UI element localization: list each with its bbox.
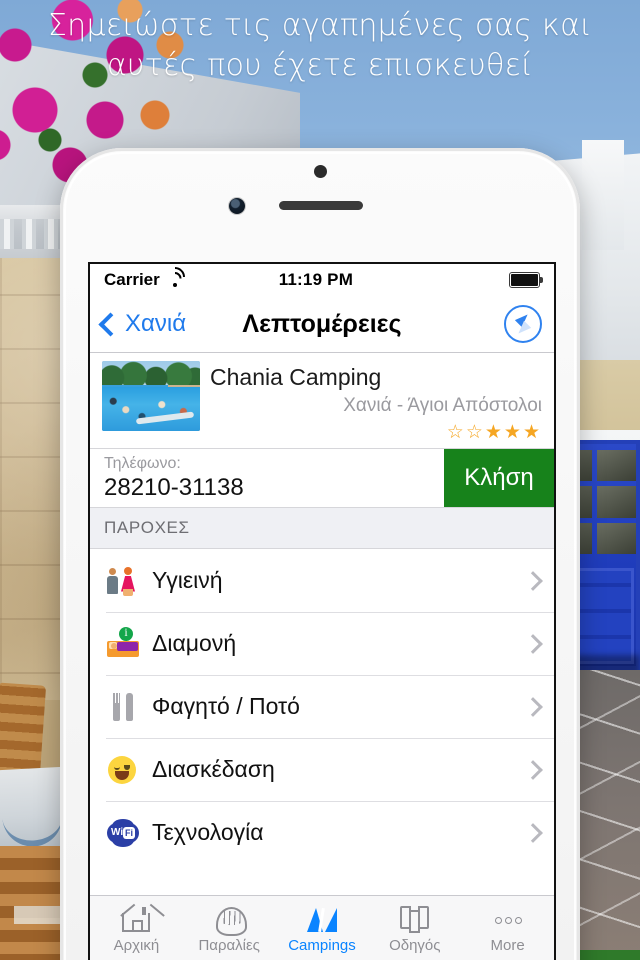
bed-icon xyxy=(106,625,140,661)
tab-bar: Αρχική Παραλίες Campings Οδηγός More xyxy=(90,895,554,960)
chevron-left-icon xyxy=(98,311,123,337)
chimney xyxy=(582,140,624,250)
tab-campings[interactable]: Campings xyxy=(276,896,369,960)
back-button[interactable]: Χανιά xyxy=(98,310,187,338)
list-item-technology[interactable]: Wi Fi Τεχνολογία xyxy=(90,801,554,864)
chevron-right-icon xyxy=(523,759,543,780)
battery-icon xyxy=(509,272,543,288)
star-filled-icon[interactable]: ★ xyxy=(485,423,502,442)
phone-number: 28210-31138 xyxy=(104,474,244,501)
tent-icon xyxy=(305,904,339,934)
shell-icon xyxy=(212,904,248,936)
cutlery-icon xyxy=(106,690,140,724)
proximity-sensor-icon xyxy=(229,198,245,214)
rating-stars[interactable]: ☆ ☆ ★ ★ ★ xyxy=(210,423,542,442)
section-header-amenities: ΠΑΡΟΧΕΣ xyxy=(90,507,554,549)
wifi-badge-icon: Wi Fi xyxy=(106,816,140,850)
list-item-accommodation[interactable]: Διαμονή xyxy=(90,612,554,675)
list-item-label: Διασκέδαση xyxy=(152,756,275,782)
tab-label: More xyxy=(490,937,525,954)
phone-screen: Carrier 11:19 PM Χανιά Λεπτομέρειες Chan… xyxy=(88,262,556,960)
compass-icon xyxy=(504,305,542,343)
thumbnail-trees xyxy=(102,361,200,385)
call-button[interactable]: Κλήση xyxy=(444,449,554,507)
status-bar-left: Carrier xyxy=(104,264,190,291)
status-bar-time: 11:19 PM xyxy=(278,270,354,289)
wifi-icon xyxy=(161,264,190,291)
earpiece-speaker xyxy=(279,201,363,210)
place-location: Χανιά - Άγιοι Απόστολοι xyxy=(343,395,542,416)
phone-row: Τηλέφωνο: 28210-31138 Κλήση xyxy=(90,449,554,507)
list-item-label: Υγιεινή xyxy=(152,567,223,593)
tab-label: Campings xyxy=(288,937,356,954)
ellipsis-icon xyxy=(491,904,525,934)
tab-more[interactable]: More xyxy=(461,896,554,960)
detail-header-text: Chania Camping Χανιά - Άγιοι Απόστολοι ☆… xyxy=(200,361,542,442)
tab-label: Αρχική xyxy=(113,937,160,954)
star-empty-icon[interactable]: ☆ xyxy=(466,423,483,442)
phone-number-cell[interactable]: Τηλέφωνο: 28210-31138 xyxy=(90,449,444,507)
place-thumbnail[interactable] xyxy=(102,361,200,431)
tab-label: Παραλίες xyxy=(198,937,260,954)
chevron-right-icon xyxy=(523,822,543,843)
carrier-label: Carrier xyxy=(104,270,160,289)
map-icon xyxy=(398,904,432,934)
tab-guide[interactable]: Οδηγός xyxy=(368,896,461,960)
restroom-icon xyxy=(106,564,140,598)
list-item-label: Τεχνολογία xyxy=(152,819,264,845)
smiley-icon xyxy=(106,753,140,787)
amenities-list: Υγιεινή Διαμονή Φαγητό / Ποτό Διασκέδ xyxy=(90,549,554,864)
list-item-hygiene[interactable]: Υγιεινή xyxy=(90,549,554,612)
chevron-right-icon xyxy=(523,570,543,591)
status-bar: Carrier 11:19 PM xyxy=(90,264,554,296)
tab-beaches[interactable]: Παραλίες xyxy=(183,896,276,960)
front-camera-icon xyxy=(314,165,327,178)
back-button-label: Χανιά xyxy=(125,310,187,337)
star-empty-icon[interactable]: ☆ xyxy=(447,423,464,442)
detail-header-card[interactable]: Chania Camping Χανιά - Άγιοι Απόστολοι ☆… xyxy=(90,353,554,448)
map-action-button[interactable] xyxy=(504,305,542,343)
navigation-bar: Χανιά Λεπτομέρειες xyxy=(90,296,554,353)
home-icon xyxy=(119,903,166,934)
list-item-label: Φαγητό / Ποτό xyxy=(152,693,300,719)
tab-label: Οδηγός xyxy=(389,937,441,954)
promo-headline-line1: Σημειώστε τις αγαπημένες σας και xyxy=(47,8,593,43)
screenshot-stage: Σημειώστε τις αγαπημένες σας και αυτές π… xyxy=(0,0,640,960)
phone-label: Τηλέφωνο: xyxy=(104,455,181,472)
star-filled-icon[interactable]: ★ xyxy=(504,423,521,442)
promo-headline: Σημειώστε τις αγαπημένες σας και αυτές π… xyxy=(0,6,640,86)
list-item-entertainment[interactable]: Διασκέδαση xyxy=(90,738,554,801)
status-bar-right xyxy=(448,272,543,288)
place-name: Chania Camping xyxy=(210,364,382,390)
promo-headline-line2: αυτές που έχετε επισκευθεί xyxy=(106,48,534,83)
list-item-label: Διαμονή xyxy=(152,630,237,656)
tab-home[interactable]: Αρχική xyxy=(90,896,183,960)
star-filled-icon[interactable]: ★ xyxy=(523,423,540,442)
chevron-right-icon xyxy=(523,633,543,654)
list-item-food-drink[interactable]: Φαγητό / Ποτό xyxy=(90,675,554,738)
chevron-right-icon xyxy=(523,696,543,717)
